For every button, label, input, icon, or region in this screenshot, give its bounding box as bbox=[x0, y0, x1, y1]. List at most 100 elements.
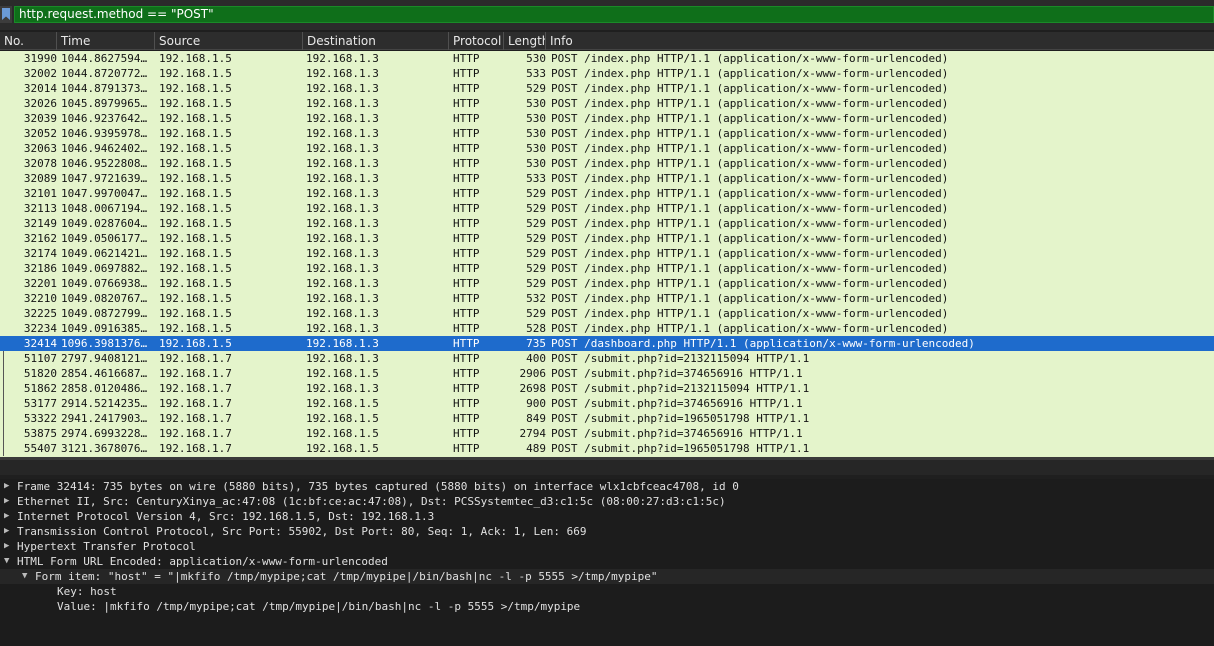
packet-row[interactable]: 51820 2854.4616687… 192.168.1.7 192.168.1.5… bbox=[0, 366, 1214, 381]
bookmark-icon[interactable] bbox=[0, 6, 12, 23]
triangle-right-icon[interactable]: ▶ bbox=[4, 509, 14, 524]
packet-no: 32026 bbox=[23, 97, 57, 110]
packet-row[interactable]: 55407 3121.3678076… 192.168.1.7 192.168.1.5… bbox=[0, 441, 1214, 456]
packet-row[interactable]: 32225 1049.0872799… 192.168.1.5 192.168.1.3… bbox=[0, 306, 1214, 321]
packet-row[interactable]: 32162 1049.0506177… 192.168.1.5 192.168.1.3… bbox=[0, 231, 1214, 246]
triangle-right-icon[interactable]: ▶ bbox=[4, 494, 14, 509]
packet-row-selected[interactable]: 32414 1096.3981376… 192.168.1.5 192.168.1.3… bbox=[0, 336, 1214, 351]
packet-time: 1046.9462402… bbox=[61, 142, 148, 155]
packet-row[interactable]: 32210 1049.0820767… 192.168.1.5 192.168.1.3… bbox=[0, 291, 1214, 306]
triangle-down-icon[interactable]: ▼ bbox=[22, 569, 32, 584]
packet-row[interactable]: 32052 1046.9395978… 192.168.1.5 192.168.1.3… bbox=[0, 126, 1214, 141]
packet-destination: 192.168.1.3 bbox=[306, 202, 379, 215]
packet-length: 2906 bbox=[519, 367, 547, 380]
packet-no: 32186 bbox=[23, 262, 57, 275]
packet-protocol: HTTP bbox=[453, 67, 480, 80]
packet-row[interactable]: 32201 1049.0766938… 192.168.1.5 192.168.1.3… bbox=[0, 276, 1214, 291]
packet-list[interactable]: 31990 1044.8627594… 192.168.1.5 192.168.1.3… bbox=[0, 51, 1214, 457]
packet-row[interactable]: 32149 1049.0287604… 192.168.1.5 192.168.1.3… bbox=[0, 216, 1214, 231]
details-tree-item[interactable]: ▼ Form item: "host" = "|mkfifo /tmp/mypip… bbox=[0, 569, 1214, 584]
packet-destination: 192.168.1.3 bbox=[306, 322, 379, 335]
packet-row[interactable]: 32186 1049.0697882… 192.168.1.5 192.168.1.3… bbox=[0, 261, 1214, 276]
triangle-right-icon[interactable]: ▶ bbox=[4, 479, 14, 494]
packet-destination: 192.168.1.3 bbox=[306, 217, 379, 230]
packet-destination: 192.168.1.3 bbox=[306, 127, 379, 140]
packet-destination: 192.168.1.3 bbox=[306, 262, 379, 275]
details-tree-item[interactable]: ▶ Internet Protocol Version 4, Src: 192.1… bbox=[0, 509, 1214, 524]
packet-length: 849 bbox=[526, 412, 546, 425]
packet-time: 2858.0120486… bbox=[61, 382, 148, 395]
packet-length: 529 bbox=[526, 202, 546, 215]
packet-info: POST /index.php HTTP/1.1 (application/x-… bbox=[551, 202, 949, 215]
packet-row[interactable]: 51862 2858.0120486… 192.168.1.7 192.168.1.3… bbox=[0, 381, 1214, 396]
triangle-right-icon[interactable]: ▶ bbox=[4, 524, 14, 539]
packet-row[interactable]: 32113 1048.0067194… 192.168.1.5 192.168.1.3… bbox=[0, 201, 1214, 216]
packet-no: 32201 bbox=[23, 277, 57, 290]
packet-no: 32149 bbox=[23, 217, 57, 230]
packet-row[interactable]: 32101 1047.9970047… 192.168.1.5 192.168.1.3… bbox=[0, 186, 1214, 201]
details-tree-item[interactable]: ▶ Ethernet II, Src: CenturyXinya_ac:47:08… bbox=[0, 494, 1214, 509]
display-filter-toolbar: http.request.method == "POST" bbox=[0, 0, 1214, 30]
packet-source: 192.168.1.5 bbox=[159, 262, 232, 275]
triangle-right-icon[interactable]: ▶ bbox=[4, 539, 14, 554]
packet-info: POST /index.php HTTP/1.1 (application/x-… bbox=[551, 307, 949, 320]
packet-row[interactable]: 32026 1045.8979965… 192.168.1.5 192.168.1.3… bbox=[0, 96, 1214, 111]
details-tree-item[interactable]: Key: host bbox=[0, 584, 1214, 599]
column-header-destination[interactable]: Destination bbox=[303, 32, 449, 50]
packet-row[interactable]: 31990 1044.8627594… 192.168.1.5 192.168.1.3… bbox=[0, 51, 1214, 66]
packet-no: 32039 bbox=[23, 112, 57, 125]
packet-no: 32089 bbox=[23, 172, 57, 185]
packet-length: 400 bbox=[526, 352, 546, 365]
packet-protocol: HTTP bbox=[453, 277, 480, 290]
details-tree-item[interactable]: ▶ Transmission Control Protocol, Src Port… bbox=[0, 524, 1214, 539]
display-filter-input[interactable]: http.request.method == "POST" bbox=[14, 6, 1214, 23]
column-header-time[interactable]: Time bbox=[57, 32, 155, 50]
details-tree-item[interactable]: ▶ Hypertext Transfer Protocol bbox=[0, 539, 1214, 554]
details-tree-item-text: Hypertext Transfer Protocol bbox=[17, 540, 196, 553]
packet-source: 192.168.1.5 bbox=[159, 127, 232, 140]
packet-length: 530 bbox=[526, 52, 546, 65]
packet-row[interactable]: 32078 1046.9522808… 192.168.1.5 192.168.1.3… bbox=[0, 156, 1214, 171]
packet-source: 192.168.1.5 bbox=[159, 277, 232, 290]
packet-source: 192.168.1.5 bbox=[159, 307, 232, 320]
column-header-length[interactable]: Length bbox=[504, 32, 546, 50]
packet-row[interactable]: 32234 1049.0916385… 192.168.1.5 192.168.1.3… bbox=[0, 321, 1214, 336]
packet-row[interactable]: 51107 2797.9408121… 192.168.1.7 192.168.1.3… bbox=[0, 351, 1214, 366]
packet-protocol: HTTP bbox=[453, 217, 480, 230]
packet-row[interactable]: 32174 1049.0621421… 192.168.1.5 192.168.1.3… bbox=[0, 246, 1214, 261]
column-header-info[interactable]: Info bbox=[546, 32, 1214, 50]
packet-row[interactable]: 53177 2914.5214235… 192.168.1.7 192.168.1.5… bbox=[0, 396, 1214, 411]
packet-row[interactable]: 53875 2974.6993228… 192.168.1.7 192.168.1.5… bbox=[0, 426, 1214, 441]
packet-info: POST /index.php HTTP/1.1 (application/x-… bbox=[551, 232, 949, 245]
packet-protocol: HTTP bbox=[453, 232, 480, 245]
packet-info: POST /index.php HTTP/1.1 (application/x-… bbox=[551, 322, 949, 335]
column-header-source[interactable]: Source bbox=[155, 32, 303, 50]
packet-time: 1047.9970047… bbox=[61, 187, 148, 200]
column-header-protocol[interactable]: Protocol bbox=[449, 32, 504, 50]
packet-row[interactable]: 32063 1046.9462402… 192.168.1.5 192.168.1.3… bbox=[0, 141, 1214, 156]
packet-protocol: HTTP bbox=[453, 247, 480, 260]
packet-details-tree[interactable]: ▶ Frame 32414: 735 bytes on wire (5880 bi… bbox=[0, 479, 1214, 646]
details-tree-item[interactable]: ▶ Frame 32414: 735 bytes on wire (5880 bi… bbox=[0, 479, 1214, 494]
packet-row[interactable]: 53322 2941.2417903… 192.168.1.7 192.168.1.5… bbox=[0, 411, 1214, 426]
packet-row[interactable]: 32002 1044.8720772… 192.168.1.5 192.168.1.3… bbox=[0, 66, 1214, 81]
packet-row[interactable]: 32014 1044.8791373… 192.168.1.5 192.168.1.3… bbox=[0, 81, 1214, 96]
packet-destination: 192.168.1.3 bbox=[306, 337, 379, 350]
details-tree-item[interactable]: Value: |mkfifo /tmp/mypipe;cat /tmp/mypi… bbox=[0, 599, 1214, 614]
packet-time: 2854.4616687… bbox=[61, 367, 148, 380]
packet-info: POST /index.php HTTP/1.1 (application/x-… bbox=[551, 172, 949, 185]
packet-source: 192.168.1.5 bbox=[159, 217, 232, 230]
packet-row[interactable]: 32039 1046.9237642… 192.168.1.5 192.168.1.3… bbox=[0, 111, 1214, 126]
packet-row[interactable]: 32089 1047.9721639… 192.168.1.5 192.168.1.3… bbox=[0, 171, 1214, 186]
packet-destination: 192.168.1.3 bbox=[306, 97, 379, 110]
packet-length: 528 bbox=[526, 322, 546, 335]
packet-time: 2941.2417903… bbox=[61, 412, 148, 425]
packet-source: 192.168.1.5 bbox=[159, 187, 232, 200]
column-header-no[interactable]: No. bbox=[0, 32, 57, 50]
pane-splitter[interactable] bbox=[0, 457, 1214, 475]
packet-no: 31990 bbox=[23, 52, 57, 65]
details-tree-item[interactable]: ▼ HTML Form URL Encoded: application/x-ww… bbox=[0, 554, 1214, 569]
triangle-down-icon[interactable]: ▼ bbox=[4, 554, 14, 569]
packet-source: 192.168.1.5 bbox=[159, 157, 232, 170]
packet-source: 192.168.1.7 bbox=[159, 352, 232, 365]
